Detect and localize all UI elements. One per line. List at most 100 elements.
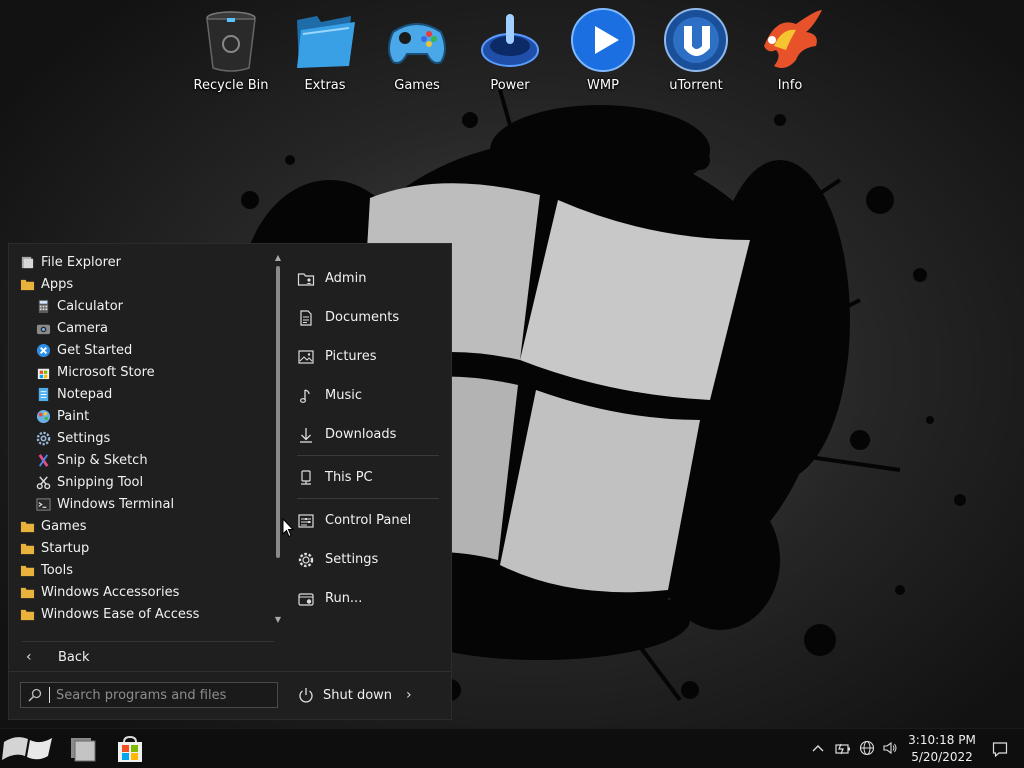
place-settings[interactable]: Settings [297, 540, 439, 579]
taskbar-clock[interactable]: 3:10:18 PM 5/20/2022 [908, 732, 976, 766]
place-documents[interactable]: Documents [297, 298, 439, 337]
tree-item-apps[interactable]: Apps [9, 273, 271, 295]
place-admin[interactable]: Admin [297, 259, 439, 298]
network-icon[interactable] [859, 740, 875, 756]
program-tree-scrollbar[interactable]: ▲ ▼ [273, 254, 283, 624]
recycle-bin-icon [206, 11, 256, 72]
scroll-thumb[interactable] [276, 266, 280, 558]
taskbar-file-explorer[interactable] [62, 729, 102, 768]
tree-item-windows-terminal[interactable]: Windows Terminal [9, 493, 271, 515]
phoenix-icon [764, 10, 822, 68]
tree-item-label: Get Started [57, 342, 133, 358]
place-pictures[interactable]: Pictures [297, 337, 439, 376]
desktop-icon-recycle-bin[interactable]: Recycle Bin [185, 6, 277, 100]
tree-item-microsoft-store[interactable]: Microsoft Store [9, 361, 271, 383]
search-input[interactable] [56, 687, 256, 703]
tree-item-label: Snip & Sketch [57, 452, 148, 468]
tree-item-label: Tools [41, 562, 74, 578]
control-panel-icon [298, 513, 314, 528]
taskbar-store[interactable] [110, 729, 150, 768]
chevron-left-icon: ‹ [26, 649, 32, 665]
scroll-up-arrow-icon[interactable]: ▲ [273, 254, 283, 262]
place-music[interactable]: Music [297, 376, 439, 415]
volume-icon[interactable] [882, 740, 898, 756]
tree-item-notepad[interactable]: Notepad [9, 383, 271, 405]
tree-item-label: Settings [57, 430, 111, 446]
tree-item-label: Startup [41, 540, 90, 556]
program-tree: File Explorer Apps Calculator Camera Get… [9, 251, 271, 625]
tree-separator [22, 641, 274, 642]
run-icon [298, 592, 314, 606]
desktop-icon-games[interactable]: Games [371, 6, 463, 100]
tree-item-calculator[interactable]: Calculator [9, 295, 271, 317]
start-button[interactable] [0, 729, 54, 768]
start-menu: File Explorer Apps Calculator Camera Get… [8, 243, 452, 720]
desktop-icon-label: Info [777, 78, 803, 93]
search-box[interactable] [20, 682, 278, 708]
tree-item-settings[interactable]: Settings [9, 427, 271, 449]
folder-icon [20, 565, 35, 576]
search-icon [28, 688, 42, 702]
folder-icon [20, 521, 35, 532]
computer-icon [301, 469, 311, 485]
place-label: Documents [325, 310, 400, 325]
desktop-icon-wmp[interactable]: WMP [557, 6, 649, 100]
paint-icon [36, 409, 51, 423]
bottom-separator [9, 671, 451, 672]
folder-icon [20, 609, 35, 620]
get-started-icon [36, 343, 51, 357]
place-this-pc[interactable]: This PC [297, 458, 439, 497]
desktop-icon-label: Extras [304, 78, 346, 93]
tree-item-get-started[interactable]: Get Started [9, 339, 271, 361]
tree-item-label: Apps [41, 276, 74, 292]
notepad-icon [38, 387, 49, 401]
tree-item-label: Calculator [57, 298, 124, 314]
place-control-panel[interactable]: Control Panel [297, 501, 439, 540]
tree-item-games[interactable]: Games [9, 515, 271, 537]
tree-item-windows-ease-of-access[interactable]: Windows Ease of Access [9, 603, 271, 625]
desktop-icon-label: Recycle Bin [193, 78, 269, 93]
clock-time: 3:10:18 PM [908, 733, 976, 747]
tree-item-camera[interactable]: Camera [9, 317, 271, 339]
places-separator [297, 498, 439, 499]
gear-icon [36, 431, 51, 445]
scroll-down-arrow-icon[interactable]: ▼ [273, 616, 283, 624]
place-label: Admin [325, 271, 367, 286]
shutdown-button[interactable]: Shut down › [297, 683, 427, 707]
chevron-right-icon[interactable]: › [406, 687, 412, 703]
place-label: Music [325, 388, 362, 403]
tree-item-paint[interactable]: Paint [9, 405, 271, 427]
chevron-up-icon[interactable] [810, 740, 826, 756]
battery-icon[interactable] [835, 740, 851, 756]
tree-item-label: Games [41, 518, 87, 534]
gear-icon [298, 552, 314, 567]
tree-item-snip-sketch[interactable]: Snip & Sketch [9, 449, 271, 471]
tree-item-label: Windows Terminal [57, 496, 175, 512]
download-icon [300, 427, 312, 443]
folder-icon [20, 279, 35, 290]
notification-icon[interactable] [992, 741, 1008, 757]
tree-item-snipping-tool[interactable]: Snipping Tool [9, 471, 271, 493]
tree-item-file-explorer[interactable]: File Explorer [9, 251, 271, 273]
store-icon [118, 735, 142, 762]
place-run[interactable]: Run... [297, 579, 439, 618]
desktop-icon-utorrent[interactable]: uTorrent [650, 6, 742, 100]
tree-item-label: Paint [57, 408, 90, 424]
places-separator [297, 455, 439, 456]
tree-item-label: Snipping Tool [57, 474, 144, 490]
back-button[interactable]: ‹ Back [22, 644, 274, 670]
tree-item-tools[interactable]: Tools [9, 559, 271, 581]
folder-icon [20, 543, 35, 554]
text-caret [49, 687, 50, 703]
shutdown-label: Shut down [323, 687, 393, 703]
desktop-icon-info[interactable]: Info [744, 6, 836, 100]
tree-item-windows-accessories[interactable]: Windows Accessories [9, 581, 271, 603]
desktop-icon-extras[interactable]: Extras [279, 6, 371, 100]
mouse-cursor-icon [282, 518, 294, 538]
place-label: Run... [325, 591, 363, 606]
place-downloads[interactable]: Downloads [297, 415, 439, 454]
desktop-icon-power[interactable]: Power [464, 6, 556, 100]
document-icon [300, 309, 312, 326]
tree-item-startup[interactable]: Startup [9, 537, 271, 559]
tree-item-label: Notepad [57, 386, 113, 402]
